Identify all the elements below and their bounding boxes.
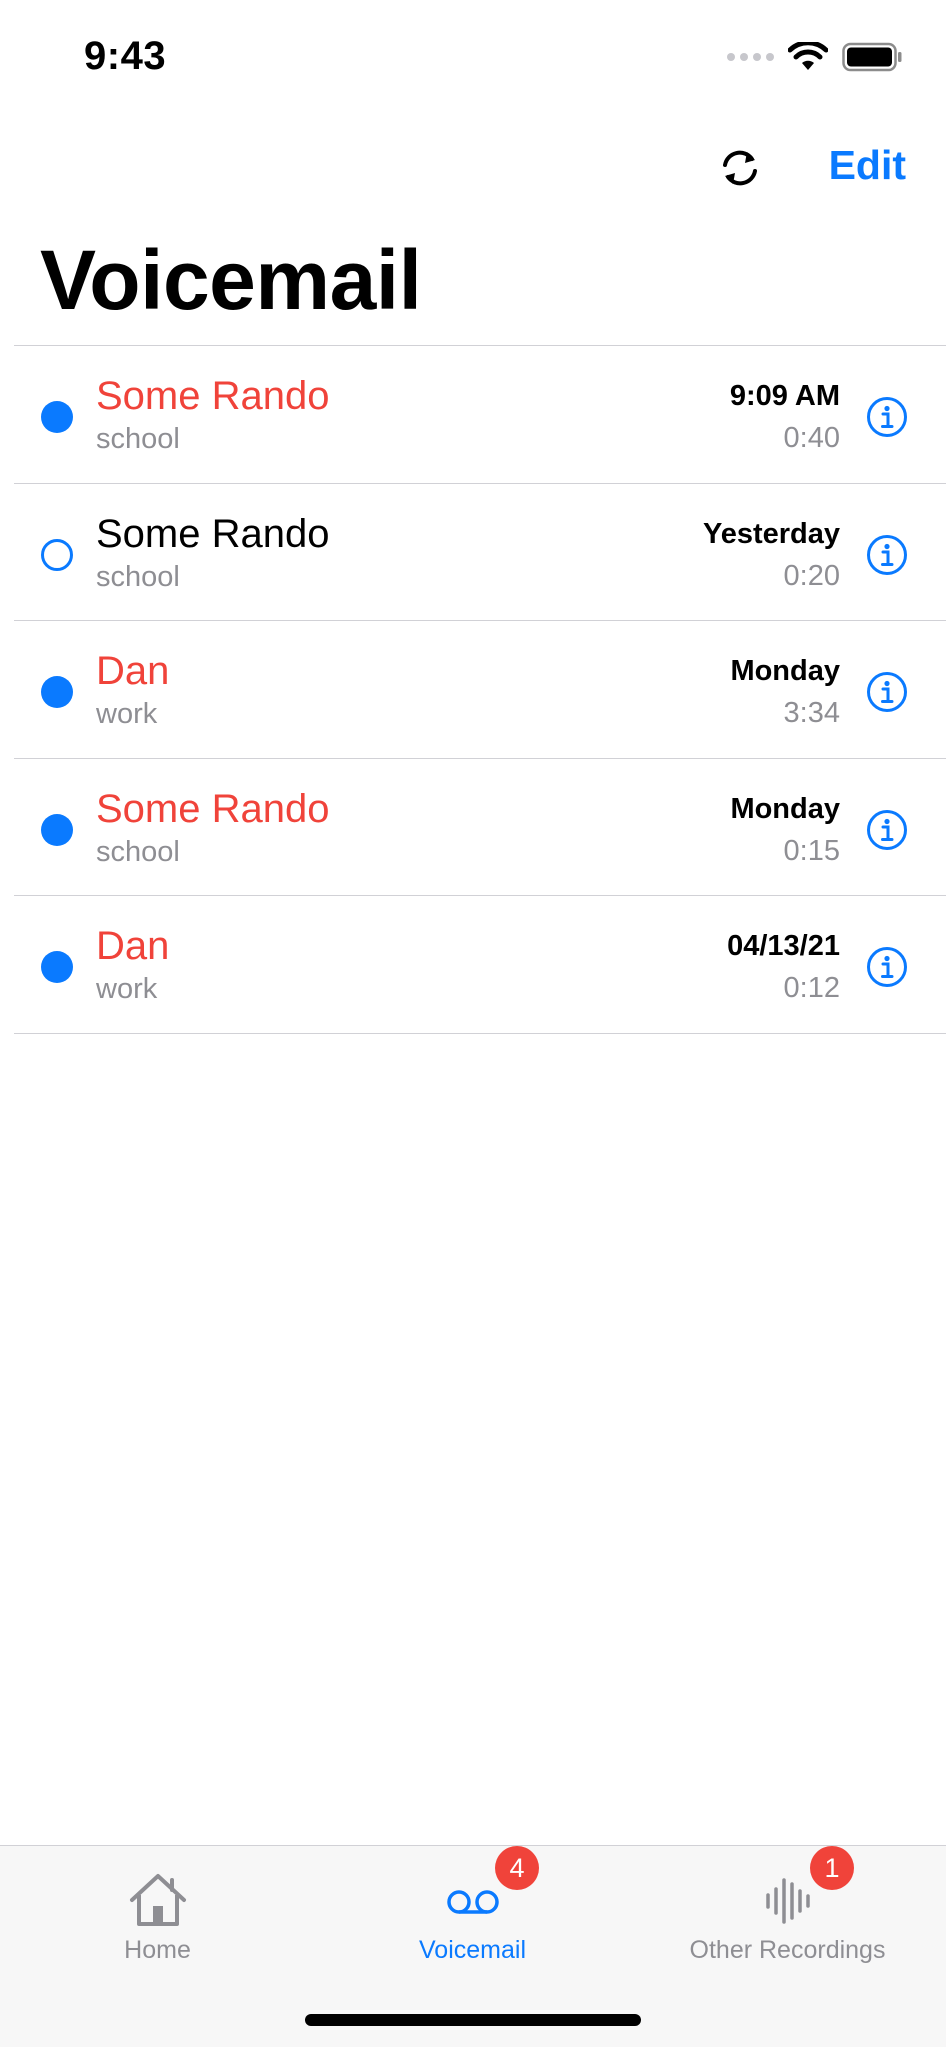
voicemail-list: Some Rando school 9:09 AM 0:40 Some Rand… <box>14 345 946 1034</box>
house-icon <box>129 1874 186 1926</box>
read-indicator-icon <box>41 538 73 571</box>
voicemail-duration: 0:12 <box>783 972 840 1004</box>
caller-name: Dan <box>96 649 170 693</box>
unread-indicator-icon <box>41 676 73 708</box>
voicemail-time: 9:09 AM <box>729 380 840 412</box>
caller-name: Some Rando <box>96 374 330 418</box>
unread-indicator-icon <box>41 951 73 983</box>
caller-label: school <box>96 835 180 868</box>
voicemail-row[interactable]: Some Rando school Monday 0:15 <box>14 759 946 896</box>
voicemail-row[interactable]: Dan work 04/13/21 0:12 <box>14 896 946 1034</box>
tab-other-recordings[interactable]: 1 Other Recordings <box>630 1846 945 1986</box>
voicemail-time: Monday <box>730 655 840 687</box>
tab-home[interactable]: Home <box>0 1846 315 1986</box>
info-icon[interactable] <box>866 946 908 988</box>
voicemail-time: 04/13/21 <box>727 930 840 962</box>
tab-voicemail-label: Voicemail <box>419 1936 526 1964</box>
status-time: 9:43 <box>84 34 167 78</box>
cellular-signal-icon <box>727 53 774 61</box>
info-icon[interactable] <box>866 534 908 576</box>
voicemail-badge: 4 <box>495 1846 539 1890</box>
tab-home-label: Home <box>124 1936 191 1964</box>
tab-voicemail[interactable]: 4 Voicemail <box>315 1846 630 1986</box>
voicemail-icon <box>446 1890 499 1914</box>
page-title: Voicemail <box>40 233 422 327</box>
edit-button[interactable]: Edit <box>829 142 906 189</box>
caller-label: school <box>96 423 180 455</box>
caller-label: school <box>96 560 180 593</box>
unread-indicator-icon <box>41 401 73 433</box>
info-icon[interactable] <box>866 396 908 438</box>
caller-label: work <box>96 698 158 730</box>
voicemail-row[interactable]: Dan work Monday 3:34 <box>14 621 946 759</box>
info-icon[interactable] <box>866 809 908 851</box>
voicemail-row[interactable]: Some Rando school 9:09 AM 0:40 <box>14 346 946 484</box>
refresh-button[interactable] <box>712 140 768 196</box>
voicemail-screen: 9:43 Edit Voicemail Some Rando school 9:… <box>0 0 946 2047</box>
status-icons <box>727 42 902 72</box>
voicemail-time: Yesterday <box>702 517 840 550</box>
voicemail-duration: 3:34 <box>783 697 840 729</box>
waveform-icon <box>765 1878 810 1924</box>
voicemail-duration: 0:40 <box>783 422 840 454</box>
unread-indicator-icon <box>41 813 73 846</box>
battery-icon <box>842 42 902 72</box>
wifi-icon <box>788 42 828 70</box>
info-icon[interactable] <box>866 671 908 713</box>
voicemail-duration: 0:15 <box>783 834 840 867</box>
refresh-icon <box>723 150 757 186</box>
voicemail-row[interactable]: Some Rando school Yesterday 0:20 <box>14 484 946 621</box>
voicemail-duration: 0:20 <box>783 559 840 592</box>
tab-bar: Home 4 Voicemail 1 Other Recordings <box>0 1845 946 2047</box>
voicemail-time: Monday <box>730 792 840 825</box>
tab-other-recordings-label: Other Recordings <box>689 1936 886 1964</box>
caller-label: work <box>96 973 158 1005</box>
home-indicator[interactable] <box>305 2014 641 2026</box>
caller-name: Some Rando <box>96 786 330 831</box>
other-recordings-badge: 1 <box>810 1846 854 1890</box>
caller-name: Some Rando <box>96 511 330 556</box>
caller-name: Dan <box>96 924 170 968</box>
